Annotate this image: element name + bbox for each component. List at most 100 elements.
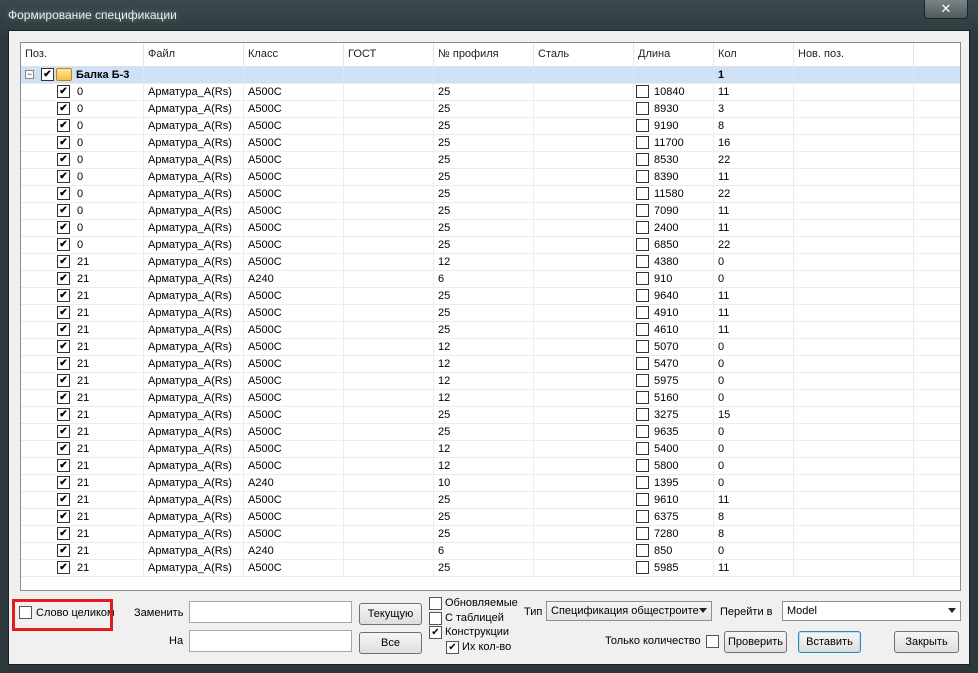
length-checkbox[interactable]: [636, 476, 649, 489]
col-header-length[interactable]: Длина: [634, 43, 714, 67]
col-header-profile[interactable]: № профиля: [434, 43, 534, 67]
table-row[interactable]: 0 Арматура_A(Rs)А500С 25 7090 11: [21, 203, 960, 220]
row-checkbox[interactable]: [57, 323, 70, 336]
row-checkbox[interactable]: [57, 408, 70, 421]
only-qty-checkbox[interactable]: [706, 635, 719, 648]
length-checkbox[interactable]: [636, 510, 649, 523]
close-button[interactable]: Закрыть: [894, 631, 959, 653]
row-checkbox[interactable]: [57, 204, 70, 217]
table-row[interactable]: 21 Арматура_A(Rs)А240 6 910 0: [21, 271, 960, 288]
row-checkbox[interactable]: [57, 459, 70, 472]
col-header-file[interactable]: Файл: [144, 43, 244, 67]
length-checkbox[interactable]: [636, 493, 649, 506]
row-checkbox[interactable]: [57, 289, 70, 302]
with-table-checkbox[interactable]: [429, 612, 442, 625]
row-checkbox[interactable]: [57, 85, 70, 98]
table-row[interactable]: 21 Арматура_A(Rs)А240 10 1395 0: [21, 475, 960, 492]
row-checkbox[interactable]: [57, 136, 70, 149]
group-row[interactable]: − Балка Б-3 1: [21, 67, 960, 84]
row-checkbox[interactable]: [57, 306, 70, 319]
current-button[interactable]: Текущую: [359, 603, 422, 625]
table-row[interactable]: 0 Арматура_A(Rs)А500С 25 11580 22: [21, 186, 960, 203]
col-header-class[interactable]: Класс: [244, 43, 344, 67]
length-checkbox[interactable]: [636, 425, 649, 438]
col-header-new-pos[interactable]: Нов. поз.: [794, 43, 914, 67]
table-row[interactable]: 21 Арматура_A(Rs)А500С 25 6375 8: [21, 509, 960, 526]
length-checkbox[interactable]: [636, 391, 649, 404]
table-row[interactable]: 0 Арматура_A(Rs)А500С 25 8390 11: [21, 169, 960, 186]
close-window-button[interactable]: ✕: [924, 0, 968, 19]
row-checkbox[interactable]: [57, 374, 70, 387]
row-checkbox[interactable]: [57, 510, 70, 523]
length-checkbox[interactable]: [636, 561, 649, 574]
length-checkbox[interactable]: [636, 102, 649, 115]
check-button[interactable]: Проверить: [724, 631, 787, 653]
table-row[interactable]: 21 Арматура_A(Rs)А500С 12 5070 0: [21, 339, 960, 356]
length-checkbox[interactable]: [636, 340, 649, 353]
length-checkbox[interactable]: [636, 323, 649, 336]
row-checkbox[interactable]: [57, 493, 70, 506]
length-checkbox[interactable]: [636, 255, 649, 268]
table-row[interactable]: 21 Арматура_A(Rs)А500С 12 5800 0: [21, 458, 960, 475]
table-row[interactable]: 21 Арматура_A(Rs)А500С 25 7280 8: [21, 526, 960, 543]
collapse-icon[interactable]: −: [25, 70, 34, 79]
spec-grid[interactable]: Поз. Файл Класс ГОСТ № профиля Сталь Дли…: [20, 42, 961, 591]
table-row[interactable]: 0 Арматура_A(Rs)А500С 25 2400 11: [21, 220, 960, 237]
row-checkbox[interactable]: [57, 187, 70, 200]
row-checkbox[interactable]: [57, 442, 70, 455]
table-row[interactable]: 21 Арматура_A(Rs)А500С 25 9610 11: [21, 492, 960, 509]
table-row[interactable]: 21 Арматура_A(Rs)А500С 12 5160 0: [21, 390, 960, 407]
length-checkbox[interactable]: [636, 85, 649, 98]
length-checkbox[interactable]: [636, 221, 649, 234]
table-row[interactable]: 21 Арматура_A(Rs)А500С 25 3275 15: [21, 407, 960, 424]
row-checkbox[interactable]: [57, 221, 70, 234]
length-checkbox[interactable]: [636, 374, 649, 387]
row-checkbox[interactable]: [57, 391, 70, 404]
row-checkbox[interactable]: [57, 476, 70, 489]
table-row[interactable]: 21 Арматура_A(Rs)А500С 25 9640 11: [21, 288, 960, 305]
col-header-steel[interactable]: Сталь: [534, 43, 634, 67]
row-checkbox[interactable]: [57, 544, 70, 557]
row-checkbox[interactable]: [57, 255, 70, 268]
type-select[interactable]: Спецификация общестроите: [546, 601, 712, 621]
row-checkbox[interactable]: [57, 170, 70, 183]
row-checkbox[interactable]: [57, 527, 70, 540]
row-checkbox[interactable]: [57, 102, 70, 115]
length-checkbox[interactable]: [636, 357, 649, 370]
length-checkbox[interactable]: [636, 289, 649, 302]
constructions-checkbox[interactable]: ✔: [429, 626, 442, 639]
table-row[interactable]: 21 Арматура_A(Rs)А500С 12 5400 0: [21, 441, 960, 458]
length-checkbox[interactable]: [636, 544, 649, 557]
row-checkbox[interactable]: [57, 238, 70, 251]
goto-select[interactable]: Model: [782, 601, 961, 621]
table-row[interactable]: 0 Арматура_A(Rs)А500С 25 8530 22: [21, 152, 960, 169]
table-row[interactable]: 0 Арматура_A(Rs)А500С 25 6850 22: [21, 237, 960, 254]
replace-input[interactable]: [189, 601, 352, 623]
updatable-checkbox[interactable]: [429, 597, 442, 610]
row-checkbox[interactable]: [57, 340, 70, 353]
to-input[interactable]: [189, 630, 352, 652]
row-checkbox[interactable]: [57, 119, 70, 132]
table-row[interactable]: 21 Арматура_A(Rs)А500С 12 4380 0: [21, 254, 960, 271]
col-header-pos[interactable]: Поз.: [21, 43, 144, 67]
length-checkbox[interactable]: [636, 119, 649, 132]
table-row[interactable]: 21 Арматура_A(Rs)А500С 25 4910 11: [21, 305, 960, 322]
table-row[interactable]: 21 Арматура_A(Rs)А500С 25 5985 11: [21, 560, 960, 577]
table-row[interactable]: 0 Арматура_A(Rs)А500С 25 10840 11: [21, 84, 960, 101]
length-checkbox[interactable]: [636, 136, 649, 149]
their-qty-checkbox[interactable]: ✔: [446, 641, 459, 654]
length-checkbox[interactable]: [636, 459, 649, 472]
length-checkbox[interactable]: [636, 408, 649, 421]
length-checkbox[interactable]: [636, 527, 649, 540]
table-row[interactable]: 0 Арматура_A(Rs)А500С 25 9190 8: [21, 118, 960, 135]
length-checkbox[interactable]: [636, 272, 649, 285]
row-checkbox[interactable]: [57, 153, 70, 166]
col-header-gost[interactable]: ГОСТ: [344, 43, 434, 67]
row-checkbox[interactable]: [57, 425, 70, 438]
table-row[interactable]: 21 Арматура_A(Rs)А500С 25 9635 0: [21, 424, 960, 441]
row-checkbox[interactable]: [57, 272, 70, 285]
col-header-qty[interactable]: Кол: [714, 43, 794, 67]
length-checkbox[interactable]: [636, 153, 649, 166]
length-checkbox[interactable]: [636, 442, 649, 455]
length-checkbox[interactable]: [636, 238, 649, 251]
